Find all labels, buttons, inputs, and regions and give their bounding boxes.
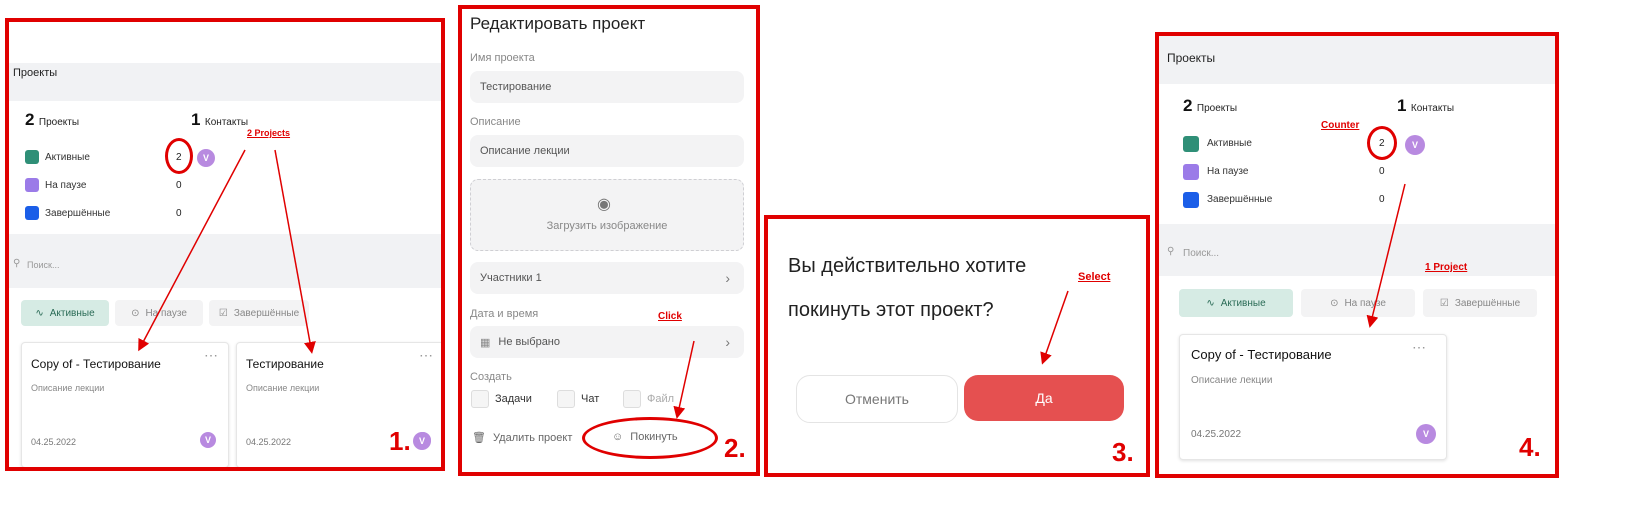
screenshot-panel-2: Редактировать проект Имя проекта Тестиро… (458, 5, 760, 476)
screenshot-panel-3: Вы действительно хотите покинуть этот пр… (764, 215, 1150, 477)
step-number: 1. (389, 426, 411, 456)
annotation-arrow (1040, 290, 1069, 365)
step-number: 2. (724, 433, 746, 463)
annotation-arrow (673, 340, 695, 419)
step-number: 3. (1112, 437, 1134, 467)
corner-avatar: V (413, 432, 431, 450)
step-number: 4. (1519, 432, 1541, 462)
annotation-arrows (138, 149, 316, 354)
annotation-arrow (1366, 183, 1406, 328)
screenshot-panel-1: Проекты 2 Проекты 1 Контакты Активные 2 … (5, 18, 445, 471)
screenshot-panel-4: Проекты 2 Проекты 1 Контакты Активные 2 … (1155, 32, 1559, 478)
